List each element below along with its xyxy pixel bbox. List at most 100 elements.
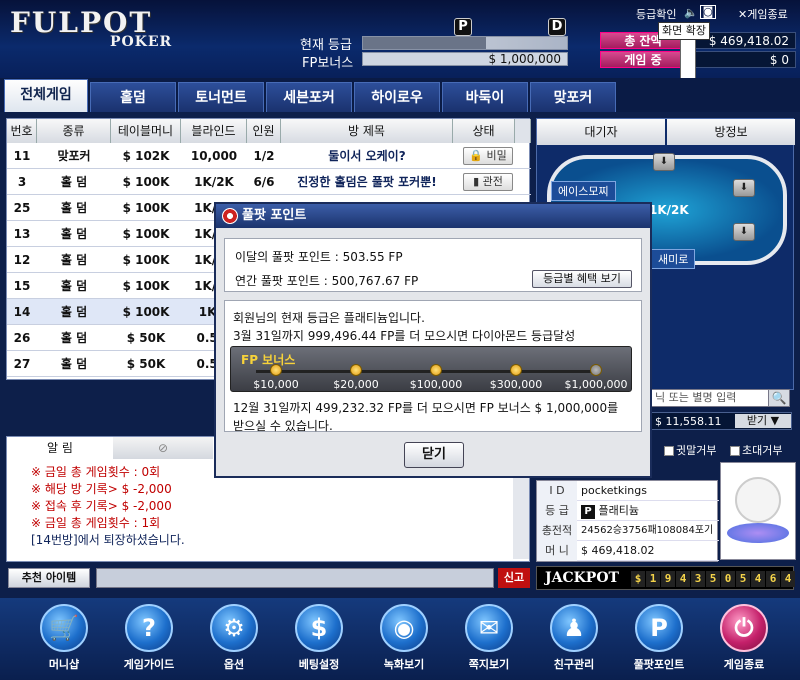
replay-view-label: 녹화보기 — [383, 658, 425, 671]
cell-title: 둘이서 오케이? — [328, 149, 406, 163]
cell-type: 홀 덤 — [60, 279, 88, 293]
player-money-label: 머 니 — [537, 541, 577, 561]
status-badge[interactable]: 🔒 비밀 — [463, 147, 513, 165]
cell-type: 홀 덤 — [60, 305, 88, 319]
table-scrollbar[interactable] — [515, 119, 531, 143]
table-row[interactable]: 11 맞포커 $ 102K 10,000 1/2 둘이서 오케이? 🔒 비밀 — [7, 143, 531, 169]
fulpot-point-button[interactable]: P 풀팟포인트 — [619, 604, 699, 674]
cell-no: 12 — [13, 253, 31, 267]
tab-holdem[interactable]: 홀덤 — [90, 82, 176, 112]
betting-settings-button[interactable]: $ 베팅설정 — [279, 604, 359, 674]
game-guide-button[interactable]: ? 게임가이드 — [109, 604, 189, 674]
tab-waiting-list[interactable]: 대기자 — [537, 119, 665, 145]
avatar — [720, 462, 796, 560]
speaker-icon[interactable]: 🔈 — [684, 6, 698, 19]
jackpot-digit: 9 — [661, 571, 675, 587]
status-badge[interactable]: ▮ 관전 — [463, 173, 513, 191]
fp-level-label: $100,000 — [409, 378, 463, 391]
notice-line: ※ 해당 방 기록> $ -2,000 — [31, 482, 172, 496]
whisper-reject-checkbox[interactable]: 귓말거부 — [664, 442, 716, 458]
platinum-p-icon: P — [581, 505, 595, 519]
money-shop-button[interactable]: 🛒 머니샵 — [24, 604, 104, 674]
receive-button-label: 받기 — [746, 414, 768, 427]
options-button[interactable]: ⚙ 옵션 — [194, 604, 274, 674]
col-header-players[interactable]: 인원 — [247, 119, 281, 143]
tab-room-info[interactable]: 방정보 — [667, 119, 795, 145]
cell-no: 15 — [13, 279, 31, 293]
tab-notice[interactable]: 알 림 — [7, 437, 113, 459]
grade-marker-d-icon: D — [548, 18, 566, 36]
replay-view-button[interactable]: ◉ 녹화보기 — [364, 604, 444, 674]
messages-label: 쪽지보기 — [468, 658, 510, 671]
cell-type: 홀 덤 — [60, 331, 88, 345]
seat-name-2: 새미로 — [651, 249, 696, 269]
cell-no: 25 — [13, 201, 31, 215]
recommend-item-button[interactable]: 추천 아이템 — [8, 568, 90, 588]
player-id-row: I D pocketkings — [537, 481, 719, 501]
player-record-row: 총전적 24562승3756패108084포기 — [537, 521, 719, 541]
exit-link[interactable]: ✕게임종료 — [738, 6, 788, 22]
friends-label: 친구관리 — [553, 658, 595, 671]
dialog-title: 풀팟 포인트 — [216, 204, 650, 228]
in-game-label: 게임 중 — [600, 51, 686, 68]
invite-reject-checkbox[interactable]: 초대거부 — [730, 442, 782, 458]
cell-no: 11 — [13, 149, 31, 163]
col-header-status[interactable]: 상태 — [453, 119, 515, 143]
friends-icon: ♟ — [550, 604, 598, 652]
chat-input[interactable] — [96, 568, 494, 588]
col-header-type[interactable]: 종류 — [37, 119, 111, 143]
messages-button[interactable]: ✉ 쪽지보기 — [449, 604, 529, 674]
notice-line: ※ 금일 총 게임횟수 : 0회 — [31, 465, 161, 479]
jackpot-digit: $ — [631, 571, 645, 587]
player-money-value: $ 469,418.02 — [581, 544, 655, 557]
col-header-no[interactable]: 번호 — [7, 119, 37, 143]
col-header-title[interactable]: 방 제목 — [281, 119, 453, 143]
col-header-blind[interactable]: 블라인드 — [181, 119, 247, 143]
search-icon[interactable]: 🔍 — [768, 389, 790, 407]
tab-heads-up-poker[interactable]: 맞포커 — [530, 82, 616, 112]
camera-icon[interactable]: ◙ — [700, 5, 716, 19]
money-row-value: $ 11,558.11 — [655, 415, 722, 428]
tab-tournament[interactable]: 토너먼트 — [178, 82, 264, 112]
room-blind-label: 1K/2K — [649, 203, 689, 217]
fulpot-point-label: 풀팟포인트 — [633, 658, 685, 671]
tab-badugi[interactable]: 바둑이 — [442, 82, 528, 112]
tab-blocked[interactable]: ⊘ — [113, 437, 213, 459]
player-grade-row: 등 급 P 플래티늄 — [537, 501, 719, 521]
betting-settings-icon: $ — [295, 604, 343, 652]
cell-money: $ 50K — [126, 331, 166, 345]
cell-money: $ 100K — [122, 227, 170, 241]
fulpot-point-icon: P — [635, 604, 683, 652]
fp-level-dot — [510, 364, 522, 376]
options-label: 옵션 — [223, 658, 245, 671]
player-id-value: pocketkings — [581, 484, 647, 497]
seat-down-icon[interactable]: ⬇ — [733, 223, 755, 241]
grade-check-link[interactable]: 등급확인 — [636, 6, 676, 22]
monthly-points: 이달의 풀팟 포인트 : 503.55 FP — [235, 250, 403, 264]
spectate-icon: ▮ — [473, 175, 480, 188]
replay-view-icon: ◉ — [380, 604, 428, 652]
jackpot-digit: 5 — [706, 571, 720, 587]
tab-all-games[interactable]: 전체게임 — [4, 79, 88, 112]
friends-button[interactable]: ♟ 친구관리 — [534, 604, 614, 674]
table-row[interactable]: 3 홀 덤 $ 100K 1K/2K 6/6 진정한 홀덤은 풀팟 포커뿐! ▮ 관전 — [7, 169, 531, 195]
bonus-goal-line-1: 12월 31일까지 499,232.32 FP를 더 모으시면 FP 보너스 $… — [233, 401, 619, 415]
cell-type: 홀 덤 — [60, 253, 88, 267]
tab-seven-poker[interactable]: 세븐포커 — [266, 82, 352, 112]
tab-hi-low[interactable]: 하이로우 — [354, 82, 440, 112]
ufo-icon — [727, 523, 789, 543]
receive-button[interactable]: 받기 ▼ — [735, 414, 791, 428]
col-header-money[interactable]: 테이블머니 — [111, 119, 181, 143]
benefit-by-grade-button[interactable]: 등급별 혜택 보기 — [532, 270, 632, 288]
report-button[interactable]: 신고 — [498, 568, 530, 588]
fp-level-label: $10,000 — [253, 378, 299, 391]
seat-down-icon[interactable]: ⬇ — [733, 179, 755, 197]
close-button[interactable]: 닫기 — [404, 442, 464, 468]
cell-type: 홀 덤 — [60, 201, 88, 215]
seat-down-icon[interactable]: ⬇ — [653, 153, 675, 171]
whisper-reject-label: 귓말거부 — [676, 444, 717, 457]
exit-game-label: 게임종료 — [723, 658, 765, 671]
cell-money: $ 50K — [126, 357, 166, 371]
exit-game-button[interactable]: ⏻ 게임종료 — [704, 604, 784, 674]
fp-bonus-value: $ 1,000,000 — [362, 52, 568, 66]
